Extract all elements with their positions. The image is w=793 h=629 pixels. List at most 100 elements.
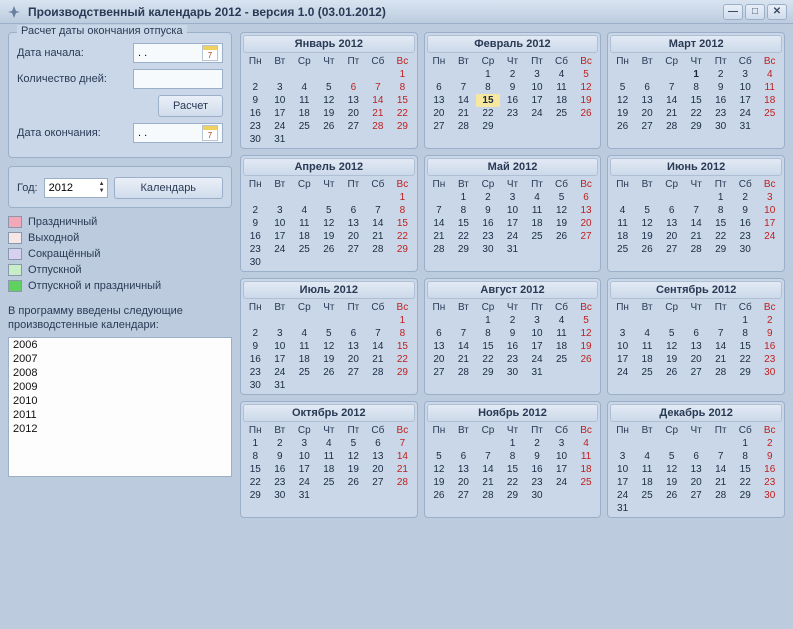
day-cell[interactable]: 19 <box>659 476 684 489</box>
day-cell[interactable]: 10 <box>268 94 293 107</box>
day-cell[interactable]: 7 <box>427 204 452 217</box>
day-cell[interactable]: 15 <box>684 94 709 107</box>
list-item[interactable]: 2006 <box>9 338 231 352</box>
day-cell[interactable]: 2 <box>500 314 525 327</box>
day-cell[interactable]: 30 <box>243 133 268 146</box>
day-cell[interactable]: 30 <box>243 256 268 269</box>
day-cell[interactable]: 23 <box>757 353 782 366</box>
day-cell[interactable]: 18 <box>292 353 317 366</box>
day-cell[interactable]: 12 <box>659 463 684 476</box>
day-cell[interactable]: 27 <box>427 120 452 133</box>
day-cell[interactable]: 8 <box>243 450 268 463</box>
day-cell[interactable]: 24 <box>549 476 574 489</box>
day-cell[interactable]: 24 <box>525 107 550 120</box>
day-cell[interactable]: 17 <box>268 107 293 120</box>
day-cell[interactable]: 8 <box>390 204 415 217</box>
day-cell[interactable]: 12 <box>635 217 660 230</box>
day-cell[interactable]: 9 <box>525 450 550 463</box>
day-cell[interactable]: 29 <box>684 120 709 133</box>
day-cell[interactable]: 5 <box>659 450 684 463</box>
day-cell[interactable]: 1 <box>390 68 415 81</box>
day-cell[interactable]: 15 <box>451 217 476 230</box>
day-cell[interactable]: 26 <box>635 243 660 256</box>
calendar-icon[interactable]: 7 <box>202 45 218 61</box>
day-cell[interactable]: 18 <box>549 94 574 107</box>
day-cell[interactable]: 7 <box>366 327 391 340</box>
day-cell[interactable]: 27 <box>366 476 391 489</box>
day-cell[interactable]: 5 <box>574 314 599 327</box>
day-cell[interactable]: 31 <box>500 243 525 256</box>
day-cell[interactable]: 2 <box>500 68 525 81</box>
day-cell[interactable]: 8 <box>390 81 415 94</box>
day-cell[interactable]: 15 <box>733 463 758 476</box>
day-cell[interactable]: 23 <box>757 476 782 489</box>
day-cell[interactable]: 3 <box>757 191 782 204</box>
list-item[interactable]: 2008 <box>9 366 231 380</box>
day-cell[interactable]: 7 <box>366 81 391 94</box>
day-cell[interactable]: 7 <box>684 204 709 217</box>
day-cell[interactable]: 5 <box>341 437 366 450</box>
day-cell[interactable]: 13 <box>659 217 684 230</box>
day-cell[interactable]: 17 <box>610 476 635 489</box>
day-cell[interactable]: 4 <box>635 327 660 340</box>
day-cell[interactable]: 5 <box>549 191 574 204</box>
day-cell[interactable]: 22 <box>733 353 758 366</box>
day-cell[interactable]: 16 <box>500 340 525 353</box>
day-cell[interactable]: 6 <box>684 450 709 463</box>
day-cell[interactable]: 18 <box>292 107 317 120</box>
day-cell[interactable]: 9 <box>757 450 782 463</box>
calculate-button[interactable]: Расчет <box>158 95 223 117</box>
day-cell[interactable]: 20 <box>684 476 709 489</box>
day-cell[interactable]: 7 <box>708 327 733 340</box>
day-cell[interactable]: 4 <box>610 204 635 217</box>
day-cell[interactable]: 25 <box>757 107 782 120</box>
day-cell[interactable]: 25 <box>574 476 599 489</box>
day-cell[interactable]: 19 <box>635 230 660 243</box>
day-cell[interactable]: 20 <box>427 353 452 366</box>
day-cell[interactable]: 8 <box>476 327 501 340</box>
day-cell[interactable]: 2 <box>243 327 268 340</box>
day-cell[interactable]: 2 <box>268 437 293 450</box>
day-cell[interactable]: 3 <box>268 204 293 217</box>
day-cell[interactable]: 30 <box>757 366 782 379</box>
day-cell[interactable]: 8 <box>733 450 758 463</box>
day-cell[interactable]: 17 <box>757 217 782 230</box>
day-cell[interactable]: 29 <box>390 366 415 379</box>
day-cell[interactable]: 1 <box>390 191 415 204</box>
day-cell[interactable]: 30 <box>757 489 782 502</box>
day-cell[interactable]: 5 <box>317 81 342 94</box>
day-cell[interactable]: 23 <box>476 230 501 243</box>
day-cell[interactable]: 24 <box>268 366 293 379</box>
day-cell[interactable]: 9 <box>500 327 525 340</box>
day-cell[interactable]: 9 <box>268 450 293 463</box>
day-cell[interactable]: 3 <box>733 68 758 81</box>
day-cell[interactable]: 9 <box>243 340 268 353</box>
day-cell[interactable]: 17 <box>500 217 525 230</box>
day-cell[interactable]: 1 <box>243 437 268 450</box>
list-item[interactable]: 2011 <box>9 408 231 422</box>
day-cell[interactable]: 17 <box>610 353 635 366</box>
day-cell[interactable]: 12 <box>317 217 342 230</box>
day-cell[interactable]: 5 <box>317 327 342 340</box>
day-cell[interactable]: 12 <box>549 204 574 217</box>
day-cell[interactable]: 17 <box>268 230 293 243</box>
day-cell[interactable]: 24 <box>268 243 293 256</box>
close-button[interactable]: ✕ <box>767 4 787 20</box>
day-cell[interactable]: 19 <box>574 340 599 353</box>
day-cell[interactable]: 10 <box>733 81 758 94</box>
day-cell[interactable]: 6 <box>574 191 599 204</box>
day-cell[interactable]: 12 <box>659 340 684 353</box>
day-cell[interactable]: 8 <box>390 327 415 340</box>
day-cell[interactable]: 24 <box>733 107 758 120</box>
day-cell[interactable]: 27 <box>659 243 684 256</box>
day-cell[interactable]: 30 <box>525 489 550 502</box>
day-cell[interactable]: 21 <box>659 107 684 120</box>
day-cell[interactable]: 21 <box>366 353 391 366</box>
day-cell[interactable]: 19 <box>317 353 342 366</box>
day-cell[interactable]: 18 <box>635 476 660 489</box>
day-cell[interactable]: 11 <box>635 463 660 476</box>
day-cell[interactable]: 10 <box>292 450 317 463</box>
day-cell[interactable]: 8 <box>476 81 501 94</box>
day-cell[interactable]: 1 <box>476 314 501 327</box>
day-cell[interactable]: 29 <box>733 489 758 502</box>
